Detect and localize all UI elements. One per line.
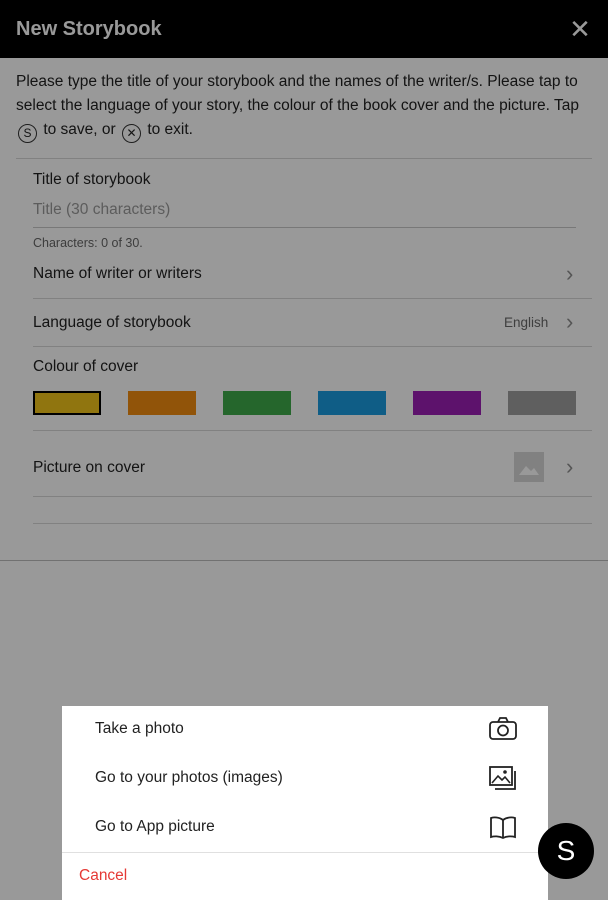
option-label: Go to your photos (images) bbox=[95, 769, 283, 786]
app-picture-option[interactable]: Go to App picture bbox=[62, 804, 548, 852]
camera-icon bbox=[489, 717, 517, 740]
picture-source-sheet: Take a photo Go to your photos (images) … bbox=[62, 706, 548, 900]
option-label: Go to App picture bbox=[95, 818, 215, 835]
take-photo-option[interactable]: Take a photo bbox=[62, 706, 548, 754]
your-photos-option[interactable]: Go to your photos (images) bbox=[62, 755, 548, 803]
book-icon bbox=[490, 816, 516, 840]
gallery-icon bbox=[489, 766, 516, 790]
save-fab-button[interactable]: S bbox=[538, 823, 594, 879]
cancel-button[interactable]: Cancel bbox=[79, 867, 127, 885]
divider bbox=[62, 852, 548, 853]
option-label: Take a photo bbox=[95, 720, 184, 737]
